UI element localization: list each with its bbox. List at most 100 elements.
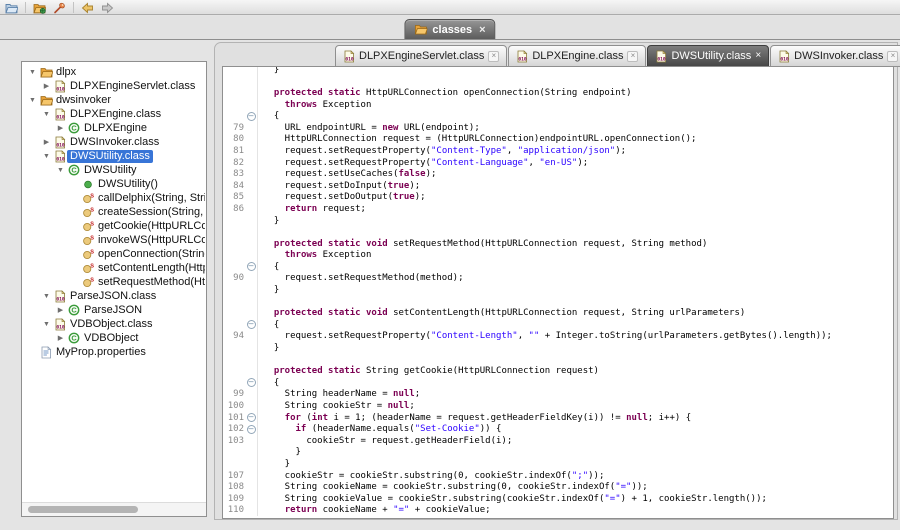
expand-arrow-icon[interactable]: ▶ <box>40 138 53 146</box>
code-line[interactable] <box>223 226 893 238</box>
tree-item-dlpxengine-class[interactable]: ▼010DLPXEngine.class <box>22 107 205 121</box>
tree-item-dwsutility-[interactable]: DWSUtility() <box>22 177 205 191</box>
collapse-arrow-icon[interactable]: ▼ <box>40 153 53 160</box>
code-line[interactable]: } <box>223 284 893 296</box>
fold-minus-icon[interactable]: – <box>247 262 256 271</box>
code-line[interactable]: } <box>223 342 893 354</box>
tree-item-dwsutility[interactable]: ▼CDWSUtility <box>22 163 205 177</box>
editor-tab-dlpxengineservlet-class[interactable]: 010DLPXEngineServlet.class× <box>335 45 507 67</box>
code-line[interactable]: – { <box>223 261 893 273</box>
tree-item-dwsutility-class[interactable]: ▼010DWSUtility.class <box>22 149 205 163</box>
code-line[interactable]: 80 HttpURLConnection request = (HttpURLC… <box>223 134 893 146</box>
tree-item-openconnection-string[interactable]: SopenConnection(String <box>22 247 205 261</box>
code-line[interactable]: 86 return request; <box>223 203 893 215</box>
code-line[interactable] <box>223 354 893 366</box>
editor-tab-dwsutility-class[interactable]: 010DWSUtility.class× <box>647 45 769 67</box>
code-editor[interactable]: } protected static HttpURLConnection ope… <box>222 66 894 519</box>
tree-item-myprop-properties[interactable]: MyProp.properties <box>22 345 205 359</box>
open-url-folder-icon[interactable] <box>33 1 46 14</box>
code-line[interactable] <box>223 76 893 88</box>
scrollbar-thumb[interactable] <box>28 506 138 513</box>
nav-forward-icon[interactable] <box>101 1 114 14</box>
close-icon[interactable]: × <box>755 52 761 60</box>
code-line[interactable]: protected static String getCookie(HttpUR… <box>223 365 893 377</box>
code-line[interactable]: } <box>223 458 893 470</box>
code-line[interactable]: 99 String headerName = null; <box>223 389 893 401</box>
code-line[interactable]: 107 cookieStr = cookieStr.substring(0, c… <box>223 470 893 482</box>
tree-item-vdbobject[interactable]: ▶CVDBObject <box>22 331 205 345</box>
code-line[interactable]: protected static void setContentLength(H… <box>223 307 893 319</box>
fold-minus-icon[interactable]: – <box>247 413 256 422</box>
classes-view-tab[interactable]: classes × <box>404 19 495 39</box>
close-icon[interactable]: × <box>627 51 638 62</box>
tree-item-dlpx[interactable]: ▼dlpx <box>22 65 205 79</box>
code-line[interactable]: protected static void setRequestMethod(H… <box>223 238 893 250</box>
open-folder-icon[interactable] <box>5 1 18 14</box>
nav-back-icon[interactable] <box>81 1 94 14</box>
launch-rocket-icon[interactable] <box>53 1 66 14</box>
tree-item-parsejson[interactable]: ▶CParseJSON <box>22 303 205 317</box>
collapse-arrow-icon[interactable]: ▼ <box>26 69 39 76</box>
collapse-arrow-icon[interactable]: ▼ <box>40 321 53 328</box>
code-line[interactable]: – { <box>223 377 893 389</box>
close-icon[interactable]: × <box>488 51 499 62</box>
tree-horizontal-scrollbar[interactable] <box>22 502 206 516</box>
tree-item-vdbobject-class[interactable]: ▼010VDBObject.class <box>22 317 205 331</box>
code-line[interactable]: – { <box>223 110 893 122</box>
collapse-arrow-icon[interactable]: ▼ <box>40 111 53 118</box>
tree-item-dwsinvoker-class[interactable]: ▶010DWSInvoker.class <box>22 135 205 149</box>
fold-minus-icon[interactable]: – <box>247 378 256 387</box>
expand-arrow-icon[interactable]: ▶ <box>40 82 53 90</box>
code-line[interactable]: 94 request.setRequestProperty("Content-L… <box>223 331 893 343</box>
code-line[interactable]: } <box>223 215 893 227</box>
fold-minus-icon[interactable]: – <box>247 112 256 121</box>
tree-item-dwsinvoker[interactable]: ▼dwsinvoker <box>22 93 205 107</box>
fold-collapse-icon[interactable]: – <box>245 262 257 271</box>
code-line[interactable]: 83 request.setUseCaches(false); <box>223 168 893 180</box>
code-line[interactable]: protected static HttpURLConnection openC… <box>223 87 893 99</box>
code-line[interactable]: 101– for (int i = 1; (headerName = reque… <box>223 412 893 424</box>
code-line[interactable]: throws Exception <box>223 250 893 262</box>
tree-item-dlpxengine[interactable]: ▶CDLPXEngine <box>22 121 205 135</box>
code-line[interactable]: throws Exception <box>223 99 893 111</box>
fold-collapse-icon[interactable]: – <box>245 320 257 329</box>
code-line[interactable]: 102– if (headerName.equals("Set-Cookie")… <box>223 423 893 435</box>
tree-item-dlpxengineservlet-class[interactable]: ▶010DLPXEngineServlet.class <box>22 79 205 93</box>
code-content[interactable]: } protected static HttpURLConnection ope… <box>223 66 893 516</box>
code-line[interactable]: 108 String cookieName = cookieStr.substr… <box>223 481 893 493</box>
fold-minus-icon[interactable]: – <box>247 425 256 434</box>
fold-collapse-icon[interactable]: – <box>245 413 257 422</box>
fold-minus-icon[interactable]: – <box>247 320 256 329</box>
code-line[interactable]: } <box>223 66 893 76</box>
editor-tab-dwsinvoker-class[interactable]: 010DWSInvoker.class× <box>770 45 900 67</box>
tree-item-parsejson-class[interactable]: ▼010ParseJSON.class <box>22 289 205 303</box>
expand-arrow-icon[interactable]: ▶ <box>54 124 67 132</box>
tree-item-getcookie-httpurlcon[interactable]: SgetCookie(HttpURLCon <box>22 219 205 233</box>
fold-collapse-icon[interactable]: – <box>245 425 257 434</box>
tree-item-setcontentlength-http[interactable]: SsetContentLength(Http <box>22 261 205 275</box>
code-line[interactable]: 82 request.setRequestProperty("Content-L… <box>223 157 893 169</box>
close-icon[interactable]: × <box>479 24 485 36</box>
collapse-arrow-icon[interactable]: ▼ <box>54 167 67 174</box>
code-line[interactable]: 110 return cookieName + "=" + cookieValu… <box>223 505 893 517</box>
code-line[interactable]: – { <box>223 319 893 331</box>
code-line[interactable]: } <box>223 447 893 459</box>
editor-tab-dlpxengine-class[interactable]: 010DLPXEngine.class× <box>508 45 646 67</box>
tree-item-calldelphix-string-strin[interactable]: ScallDelphix(String, Strin <box>22 191 205 205</box>
code-line[interactable]: 109 String cookieValue = cookieStr.subst… <box>223 493 893 505</box>
tree-item-createsession-string-st[interactable]: ScreateSession(String, St <box>22 205 205 219</box>
expand-arrow-icon[interactable]: ▶ <box>54 306 67 314</box>
code-line[interactable] <box>223 296 893 308</box>
code-line[interactable]: 84 request.setDoInput(true); <box>223 180 893 192</box>
close-icon[interactable]: × <box>887 51 898 62</box>
expand-arrow-icon[interactable]: ▶ <box>54 334 67 342</box>
code-line[interactable]: 100 String cookieStr = null; <box>223 400 893 412</box>
tree-item-invokews-httpurlconn[interactable]: SinvokeWS(HttpURLConn <box>22 233 205 247</box>
tree-item-setrequestmethod-htt[interactable]: SsetRequestMethod(Htt <box>22 275 205 289</box>
fold-collapse-icon[interactable]: – <box>245 112 257 121</box>
collapse-arrow-icon[interactable]: ▼ <box>40 293 53 300</box>
code-line[interactable]: 85 request.setDoOutput(true); <box>223 192 893 204</box>
code-line[interactable]: 81 request.setRequestProperty("Content-T… <box>223 145 893 157</box>
code-line[interactable]: 90 request.setRequestMethod(method); <box>223 273 893 285</box>
collapse-arrow-icon[interactable]: ▼ <box>26 97 39 104</box>
